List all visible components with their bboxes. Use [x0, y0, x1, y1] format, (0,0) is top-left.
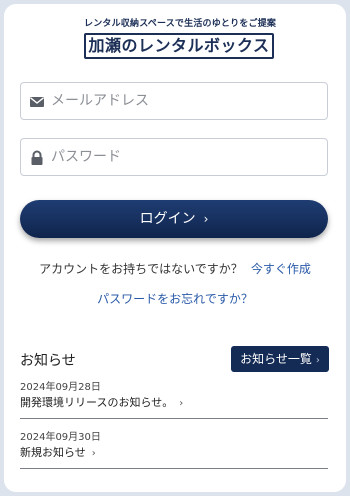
news-list-button-label: お知らせ一覧 — [240, 352, 312, 366]
no-account-text: アカウントをお持ちではないですか？ — [39, 262, 243, 276]
lock-icon — [31, 150, 43, 165]
forgot-password-link[interactable]: パスワードをお忘れですか？ — [4, 290, 346, 307]
login-card: レンタル収納スペースで生活のゆとりをご提案 加瀬のレンタルボックス ログイン› … — [4, 4, 346, 492]
email-field[interactable] — [20, 82, 328, 120]
news-item[interactable]: 2024年09月30日 新規お知らせ › — [20, 428, 328, 469]
news-text-label: 開発環境リリースのお知らせ。 — [20, 396, 174, 409]
news-heading: お知らせ — [20, 353, 76, 369]
news-date: 2024年09月30日 — [20, 432, 101, 443]
email-input[interactable] — [51, 83, 321, 119]
login-button[interactable]: ログイン › — [20, 200, 328, 238]
chevron-right-icon: › — [179, 398, 184, 409]
news-list-button[interactable]: お知らせ一覧 › — [231, 346, 329, 372]
news-date: 2024年09月28日 — [20, 382, 101, 393]
chevron-right-icon: › — [91, 448, 96, 459]
news-item[interactable]: 2024年09月28日 開発環境リリースのお知らせ。 › — [20, 378, 328, 419]
news-text-label: 新規お知らせ — [20, 446, 86, 459]
brand-logo: レンタル収納スペースで生活のゆとりをご提案 加瀬のレンタルボックス — [84, 18, 277, 59]
signup-prompt: アカウントをお持ちではないですか？ 今すぐ作成 — [4, 260, 346, 277]
login-button-label: ログイン — [139, 211, 196, 227]
chevron-right-icon: › — [203, 212, 209, 226]
news-text: 新規お知らせ › — [20, 444, 96, 460]
password-field[interactable] — [20, 138, 328, 176]
envelope-icon — [30, 97, 44, 107]
chevron-right-icon: › — [315, 355, 320, 366]
logo-name: 加瀬のレンタルボックス — [84, 33, 274, 59]
signup-link[interactable]: 今すぐ作成 — [251, 262, 311, 276]
logo-tagline: レンタル収納スペースで生活のゆとりをご提案 — [84, 19, 277, 29]
news-text: 開発環境リリースのお知らせ。 › — [20, 394, 183, 410]
password-input[interactable] — [51, 139, 321, 175]
